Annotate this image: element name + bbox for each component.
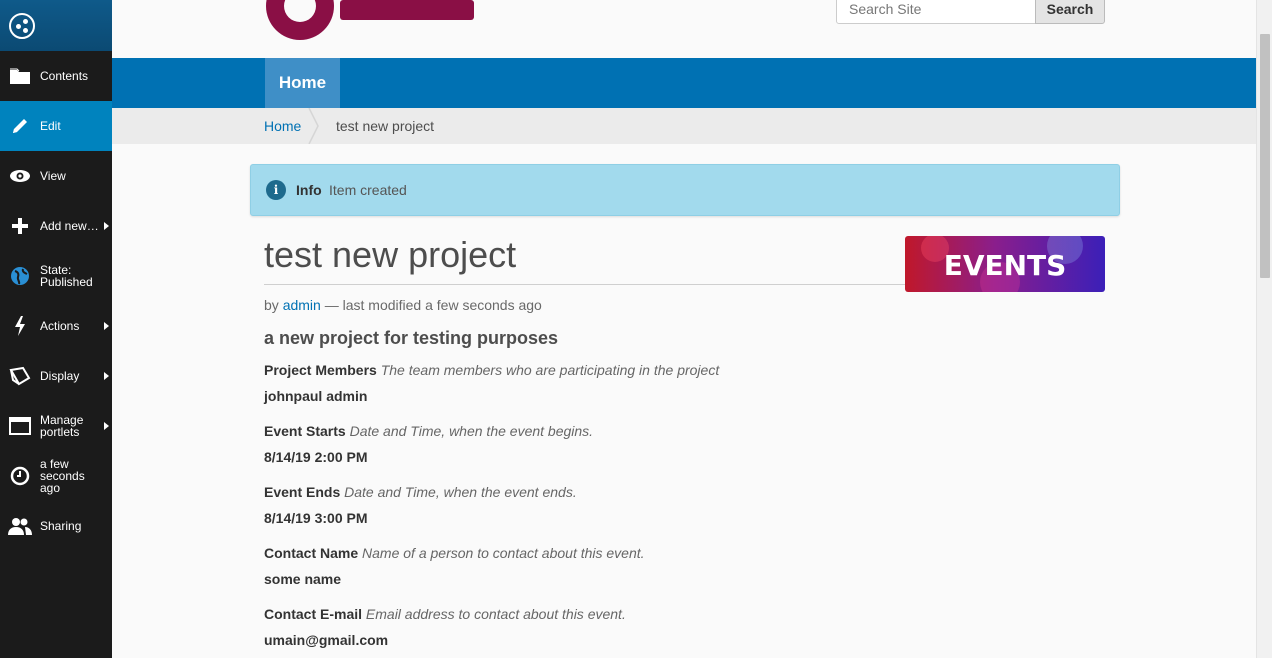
- scrollbar-thumb[interactable]: [1260, 34, 1270, 278]
- page-scrollbar[interactable]: [1256, 0, 1272, 658]
- byline-prefix: by: [264, 297, 279, 313]
- toolbar-label: Sharing: [40, 519, 82, 533]
- field-value: johnpaul admin: [264, 388, 368, 404]
- submenu-arrow-icon: [104, 422, 109, 430]
- plone-toolbar: Contents Edit View Add new… State: Publi…: [0, 0, 112, 658]
- field-project-members: Project Members The team members who are…: [264, 362, 720, 404]
- info-text: Item created: [329, 182, 407, 198]
- title-divider: [264, 284, 908, 285]
- field-label: Contact E-mail: [264, 606, 363, 622]
- search-button[interactable]: Search: [1035, 0, 1105, 24]
- page-title: test new project: [264, 234, 517, 275]
- toolbar-display[interactable]: Display: [0, 351, 112, 401]
- field-value: some name: [264, 571, 342, 587]
- field-help: The team members who are participating i…: [380, 362, 720, 378]
- breadcrumb-home-link[interactable]: Home: [264, 118, 301, 134]
- global-navigation: Home: [112, 58, 1256, 108]
- toolbar-contents[interactable]: Contents: [0, 51, 112, 101]
- field-help: Name of a person to contact about this e…: [362, 545, 645, 561]
- pencil-icon: [0, 116, 40, 136]
- toolbar-label: Manage portlets: [40, 413, 84, 439]
- field-contact-email: Contact E-mail Email address to contact …: [264, 606, 626, 648]
- events-banner-text: EVENTS: [944, 249, 1067, 282]
- author-link[interactable]: admin: [283, 297, 321, 313]
- field-contact-name: Contact Name Name of a person to contact…: [264, 545, 645, 587]
- lightning-icon: [0, 316, 40, 336]
- info-icon: i: [266, 180, 286, 200]
- folder-icon: [0, 67, 40, 85]
- toolbar-label: Add new…: [40, 219, 99, 233]
- info-message: i Info Item created: [250, 164, 1120, 216]
- site-logo[interactable]: [264, 0, 474, 44]
- toolbar-label: Display: [40, 369, 80, 383]
- field-label: Event Ends: [264, 484, 341, 500]
- nav-home-tab[interactable]: Home: [265, 58, 340, 108]
- toolbar-label: Edit: [40, 119, 61, 133]
- byline-modified: — last modified a few seconds ago: [324, 297, 542, 313]
- window-icon: [0, 416, 40, 436]
- globe-icon: [0, 266, 40, 286]
- toolbar-history[interactable]: a few seconds ago: [0, 451, 112, 501]
- field-event-starts: Event Starts Date and Time, when the eve…: [264, 423, 594, 465]
- field-help: Date and Time, when the event begins.: [349, 423, 594, 439]
- field-event-ends: Event Ends Date and Time, when the event…: [264, 484, 577, 526]
- breadcrumb: Home test new project: [112, 108, 1256, 144]
- submenu-arrow-icon: [104, 322, 109, 330]
- field-value: 8/14/19 3:00 PM: [264, 510, 368, 526]
- plus-icon: [0, 218, 40, 234]
- plone-logo-icon: [9, 12, 35, 39]
- field-label: Project Members: [264, 362, 377, 378]
- toolbar-manage-portlets[interactable]: Manage portlets: [0, 401, 112, 451]
- field-label: Event Starts: [264, 423, 346, 439]
- submenu-arrow-icon: [104, 372, 109, 380]
- field-value[interactable]: umain@gmail.com: [264, 632, 388, 648]
- toolbar-actions[interactable]: Actions: [0, 301, 112, 351]
- events-banner-image[interactable]: EVENTS: [905, 236, 1105, 292]
- toolbar-label: a few seconds ago: [40, 457, 85, 495]
- eye-icon: [0, 169, 40, 183]
- field-help: Date and Time, when the event ends.: [344, 484, 577, 500]
- submenu-arrow-icon: [104, 222, 109, 230]
- clock-icon: [0, 466, 40, 486]
- field-label: Contact Name: [264, 545, 359, 561]
- toolbar-sharing[interactable]: Sharing: [0, 501, 112, 551]
- display-icon: [0, 366, 40, 386]
- breadcrumb-current: test new project: [336, 118, 435, 134]
- toolbar-label: Actions: [40, 319, 80, 333]
- field-help: Email address to contact about this even…: [365, 606, 626, 622]
- users-icon: [0, 517, 40, 535]
- document-description: a new project for testing purposes: [264, 328, 559, 348]
- search-input[interactable]: [836, 0, 1036, 24]
- toolbar-label: State: Published: [40, 263, 93, 289]
- breadcrumb-separator-icon: [308, 108, 319, 144]
- toolbar-label: View: [40, 169, 66, 183]
- toolbar-view[interactable]: View: [0, 151, 112, 201]
- info-title: Info: [296, 182, 322, 198]
- toolbar-edit[interactable]: Edit: [0, 101, 112, 151]
- toolbar-label: Contents: [40, 69, 89, 83]
- toolbar-add-new[interactable]: Add new…: [0, 201, 112, 251]
- document-byline: by admin — last modified a few seconds a…: [264, 297, 542, 313]
- toolbar-state[interactable]: State: Published: [0, 251, 112, 301]
- plone-logo-button[interactable]: [0, 0, 112, 51]
- field-value: 8/14/19 2:00 PM: [264, 449, 368, 465]
